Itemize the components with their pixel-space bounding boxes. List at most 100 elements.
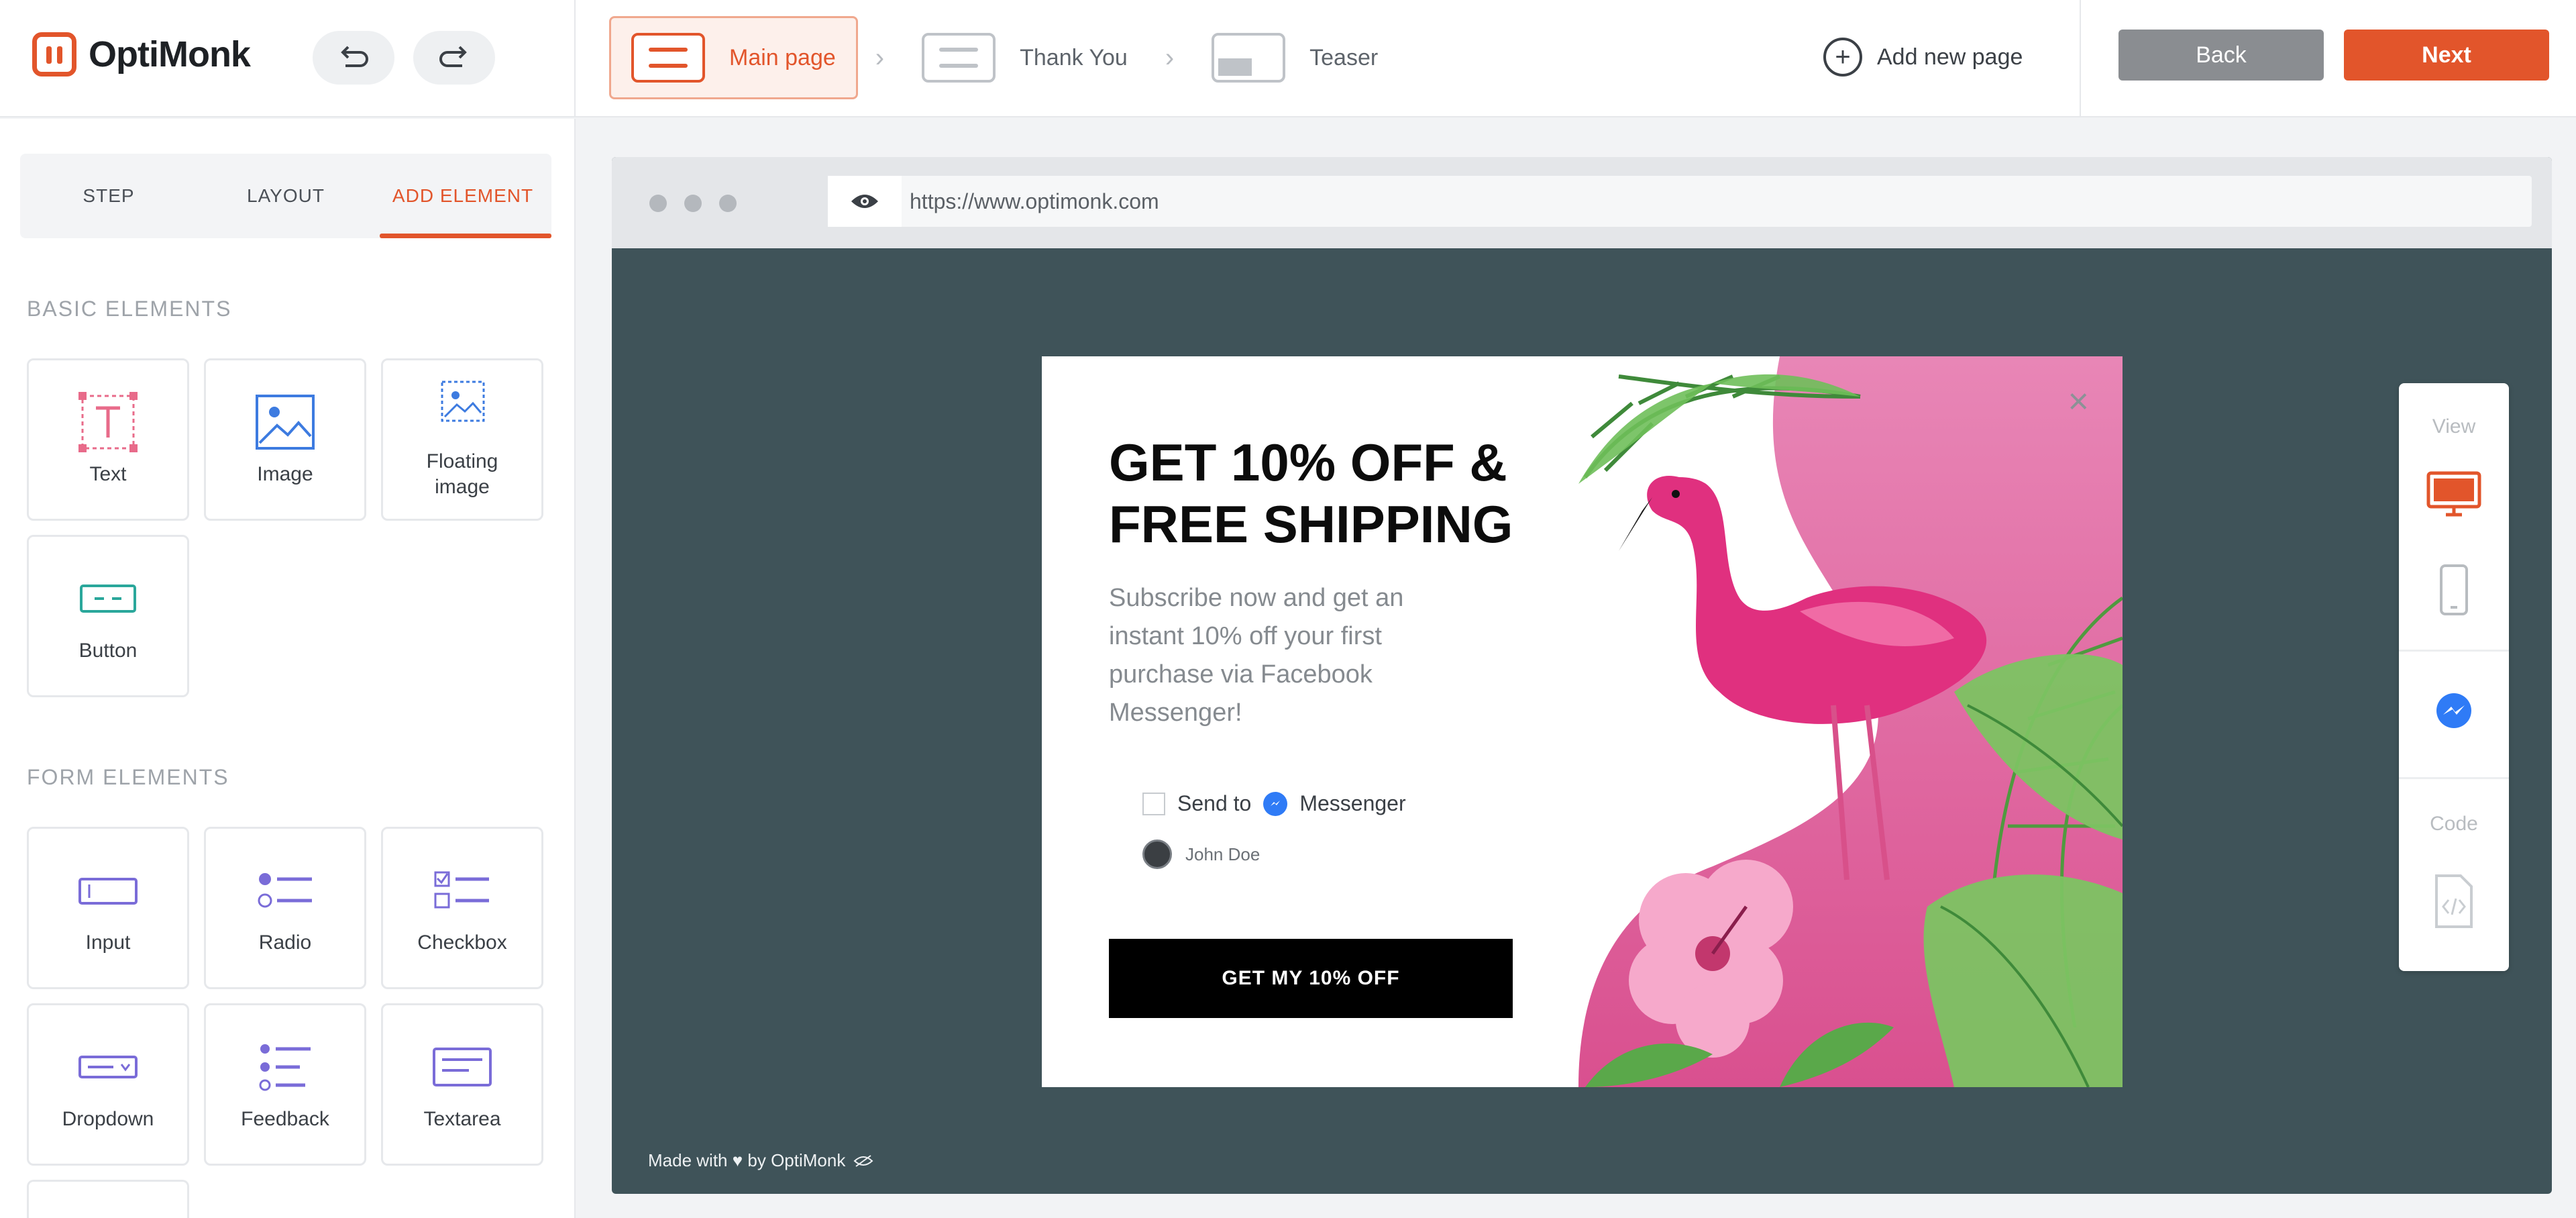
element-feedback[interactable]: Feedback bbox=[204, 1003, 366, 1166]
messenger-preview-button[interactable] bbox=[2399, 692, 2509, 732]
page-thumbnail-icon bbox=[631, 33, 705, 83]
view-label: View bbox=[2432, 415, 2476, 438]
add-new-page-button[interactable]: + Add new page bbox=[1823, 38, 2023, 77]
textarea-icon bbox=[433, 1048, 492, 1086]
step-label: Main page bbox=[729, 44, 836, 70]
cta-button[interactable]: GET MY 10% OFF bbox=[1109, 939, 1513, 1018]
element-button[interactable]: Button bbox=[27, 535, 189, 697]
teaser-thumbnail-icon bbox=[1212, 33, 1286, 83]
view-panel: View Code bbox=[2399, 383, 2509, 971]
element-textarea[interactable]: Textarea bbox=[381, 1003, 543, 1166]
url-text: https://www.optimonk.com bbox=[910, 189, 1159, 213]
step-main-page[interactable]: Main page bbox=[609, 16, 858, 99]
messenger-user-row: John Doe bbox=[1142, 840, 1260, 869]
code-label: Code bbox=[2430, 813, 2478, 835]
code-button[interactable] bbox=[2399, 873, 2509, 929]
logo: OptiMonk bbox=[32, 32, 251, 77]
feedback-icon bbox=[259, 1044, 311, 1091]
element-dropdown[interactable]: Dropdown bbox=[27, 1003, 189, 1166]
top-bar-left: OptiMonk bbox=[0, 0, 576, 117]
chevron-right-icon: › bbox=[875, 42, 885, 72]
redo-button[interactable] bbox=[413, 31, 495, 85]
plus-circle-icon: + bbox=[1823, 38, 1862, 77]
desktop-view-button[interactable] bbox=[2399, 470, 2509, 519]
logo-text: OptiMonk bbox=[89, 34, 251, 74]
step-label: Thank You bbox=[1020, 44, 1128, 70]
element-more[interactable] bbox=[27, 1180, 189, 1218]
messenger-label: Messenger bbox=[1299, 791, 1406, 815]
tab-add-element[interactable]: ADD ELEMENT bbox=[374, 154, 551, 238]
eye-off-icon bbox=[853, 1154, 873, 1167]
popup-preview[interactable]: GET 10% OFF & FREE SHIPPING Subscribe no… bbox=[1042, 356, 2123, 1087]
desktop-icon bbox=[2426, 471, 2481, 517]
element-floating-image[interactable]: Floating image bbox=[381, 358, 543, 521]
sidebar-tabs: STEP LAYOUT ADD ELEMENT bbox=[20, 154, 551, 238]
element-label: Button bbox=[78, 640, 138, 662]
tab-step[interactable]: STEP bbox=[20, 154, 197, 238]
element-text[interactable]: Text bbox=[27, 358, 189, 521]
chevron-right-icon: › bbox=[1165, 42, 1175, 72]
optimonk-logo-icon bbox=[32, 32, 76, 77]
avatar bbox=[1142, 840, 1172, 869]
element-label: Checkbox bbox=[417, 931, 507, 954]
flamingo-illustration bbox=[1578, 356, 2123, 1087]
input-icon bbox=[78, 878, 138, 905]
window-dots bbox=[649, 195, 737, 212]
popup-headline[interactable]: GET 10% OFF & FREE SHIPPING bbox=[1109, 432, 1578, 555]
made-with-text: Made with ♥ by OptiMonk bbox=[648, 1150, 846, 1170]
mobile-icon bbox=[2440, 564, 2468, 615]
basic-elements-title: BASIC ELEMENTS bbox=[27, 297, 232, 321]
popup-content: GET 10% OFF & FREE SHIPPING Subscribe no… bbox=[1042, 356, 1578, 1087]
next-button[interactable]: Next bbox=[2344, 30, 2549, 81]
preview-browser: https://www.optimonk.com GET 10% OFF & F… bbox=[612, 157, 2552, 1194]
redo-icon bbox=[439, 46, 467, 67]
element-label: Radio bbox=[258, 931, 312, 954]
button-icon bbox=[80, 585, 136, 613]
top-bar: OptiMonk Main page › Thank You › Teaser … bbox=[0, 0, 2576, 117]
send-to-checkbox[interactable] bbox=[1142, 792, 1165, 815]
user-name: John Doe bbox=[1185, 844, 1260, 864]
undo-button[interactable] bbox=[313, 31, 394, 85]
browser-bar: https://www.optimonk.com bbox=[612, 157, 2552, 248]
back-button[interactable]: Back bbox=[2118, 30, 2324, 81]
divider bbox=[2399, 777, 2509, 779]
mobile-view-button[interactable] bbox=[2399, 563, 2509, 617]
divider bbox=[2399, 650, 2509, 652]
step-teaser[interactable]: Teaser bbox=[1191, 16, 1398, 99]
element-label: Image bbox=[257, 463, 313, 485]
messenger-checkbox-row[interactable]: Send to Messenger bbox=[1142, 791, 1406, 816]
text-icon bbox=[78, 392, 138, 452]
page-steps: Main page › Thank You › Teaser bbox=[609, 16, 1398, 99]
element-label: Text bbox=[89, 463, 127, 485]
send-to-label: Send to bbox=[1177, 791, 1252, 815]
sidebar: STEP LAYOUT ADD ELEMENT BASIC ELEMENTS T… bbox=[0, 119, 576, 1218]
messenger-logo-icon bbox=[1263, 791, 1288, 816]
divider bbox=[2080, 0, 2081, 117]
element-radio[interactable]: Radio bbox=[204, 827, 366, 989]
element-checkbox[interactable]: Checkbox bbox=[381, 827, 543, 989]
element-label: Textarea bbox=[423, 1108, 501, 1130]
radio-icon bbox=[258, 873, 312, 908]
element-input[interactable]: Input bbox=[27, 827, 189, 989]
add-new-page-label: Add new page bbox=[1877, 44, 2023, 70]
element-label: Dropdown bbox=[62, 1108, 154, 1130]
made-with-credit: Made with ♥ by OptiMonk bbox=[648, 1150, 873, 1171]
dropdown-icon bbox=[78, 1056, 138, 1078]
floating-image-icon bbox=[441, 380, 485, 422]
page-thumbnail-icon bbox=[922, 33, 996, 83]
element-label: Feedback bbox=[241, 1108, 329, 1130]
url-bar: https://www.optimonk.com bbox=[828, 176, 2532, 227]
checkbox-icon bbox=[434, 871, 489, 909]
form-elements-title: FORM ELEMENTS bbox=[27, 765, 229, 789]
tab-layout[interactable]: LAYOUT bbox=[197, 154, 374, 238]
step-thank-you[interactable]: Thank You bbox=[902, 16, 1148, 99]
element-label: Input bbox=[85, 931, 131, 954]
eye-icon bbox=[828, 176, 902, 227]
code-file-icon bbox=[2435, 874, 2473, 928]
close-icon[interactable]: × bbox=[2068, 383, 2089, 419]
element-image[interactable]: Image bbox=[204, 358, 366, 521]
editor-app: OptiMonk Main page › Thank You › Teaser … bbox=[0, 0, 2576, 1218]
popup-subtext[interactable]: Subscribe now and get an instant 10% off… bbox=[1109, 579, 1485, 732]
element-label: Floating image bbox=[426, 450, 498, 498]
messenger-icon bbox=[2436, 693, 2471, 728]
